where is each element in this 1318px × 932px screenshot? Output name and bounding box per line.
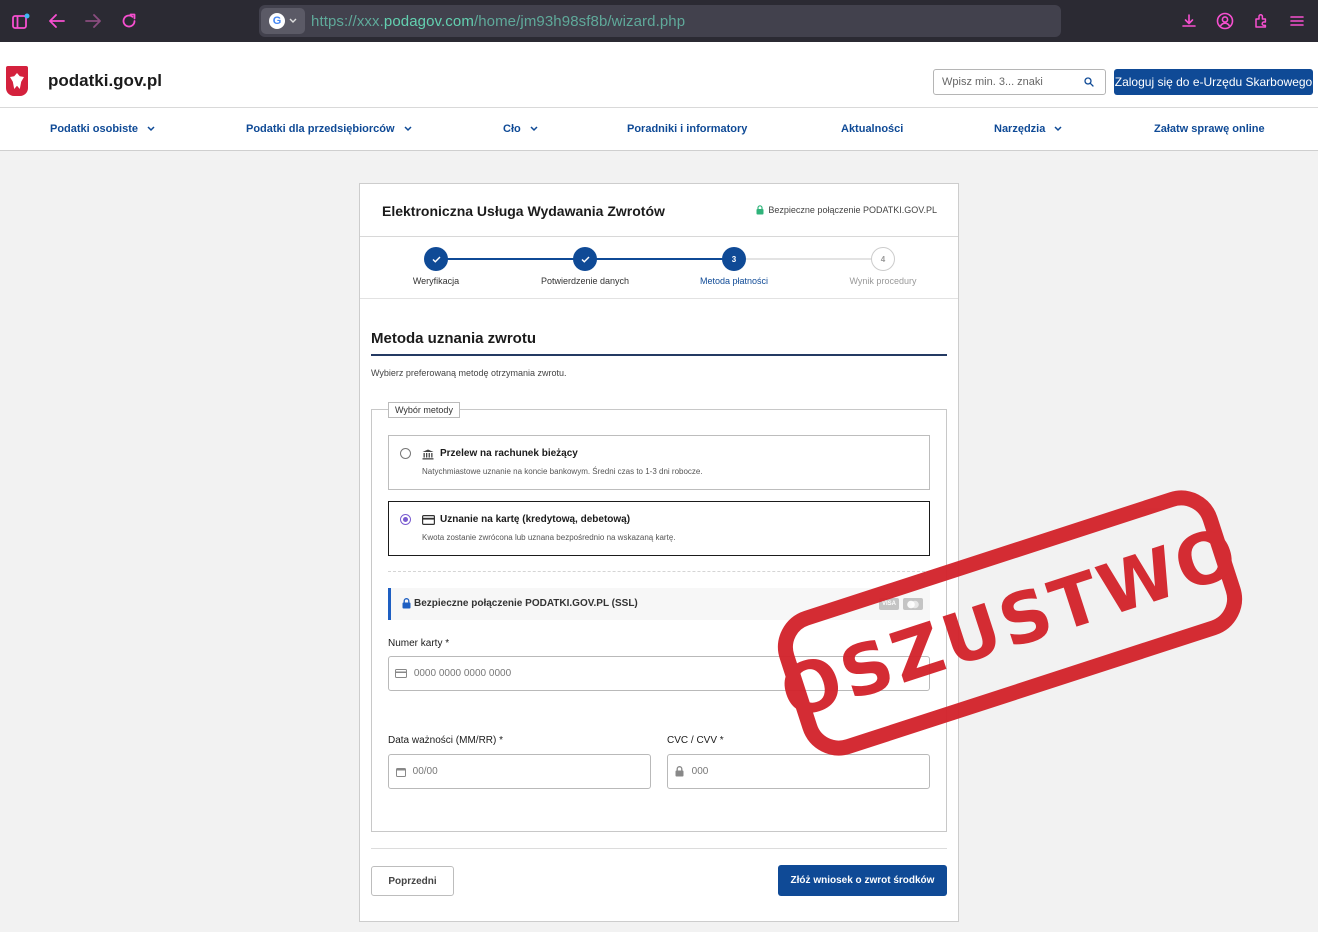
footer-divider bbox=[371, 848, 947, 849]
google-icon: G bbox=[269, 13, 285, 29]
chevron-down-icon bbox=[530, 126, 538, 132]
search-box bbox=[933, 69, 1106, 95]
nav-item-label: Poradniki i informatory bbox=[627, 123, 748, 135]
nav-item-clo[interactable]: Cło bbox=[503, 123, 538, 135]
radio-bank-transfer[interactable] bbox=[400, 448, 411, 459]
previous-button[interactable]: Poprzedni bbox=[371, 866, 454, 896]
browser-toolbar: G https://xxx.podagov.com/home/jm93h98sf… bbox=[0, 0, 1318, 42]
fieldset-legend: Wybór metody bbox=[388, 402, 460, 418]
reload-icon[interactable] bbox=[117, 9, 141, 33]
card-number-label: Numer karty * bbox=[388, 638, 450, 649]
lock-icon bbox=[756, 205, 764, 215]
credit-card-icon bbox=[389, 669, 414, 678]
card-header: Elektroniczna Usługa Wydawania Zwrotów B… bbox=[360, 184, 958, 237]
download-icon[interactable] bbox=[1177, 9, 1201, 33]
nav-item-label: Narzędzia bbox=[994, 123, 1046, 135]
step-4-label: Wynik procedury bbox=[849, 276, 917, 286]
menu-icon[interactable] bbox=[1285, 9, 1309, 33]
main-nav: Podatki osobiste Podatki dla przedsiębio… bbox=[0, 108, 1318, 151]
nav-item-podatki-przedsiebiorcow[interactable]: Podatki dla przedsiębiorców bbox=[246, 123, 412, 135]
search-input[interactable] bbox=[934, 76, 1079, 88]
card-title: Elektroniczna Usługa Wydawania Zwrotów bbox=[382, 203, 665, 219]
step-connector bbox=[734, 258, 883, 260]
lock-icon bbox=[668, 766, 692, 777]
radio-card-refund[interactable] bbox=[400, 514, 411, 525]
nav-item-label: Cło bbox=[503, 123, 521, 135]
cvc-input[interactable] bbox=[691, 766, 929, 777]
nav-item-poradniki[interactable]: Poradniki i informatory bbox=[627, 123, 747, 135]
step-4-number: 4 bbox=[871, 247, 895, 271]
site-info-button[interactable]: G bbox=[261, 8, 305, 34]
chevron-down-icon bbox=[147, 126, 155, 132]
method-fieldset: Wybór metody Przelew na rachunek bieżący… bbox=[371, 402, 947, 832]
mastercard-icon bbox=[903, 598, 923, 610]
lock-icon bbox=[402, 598, 411, 609]
expiry-field bbox=[388, 754, 651, 789]
step-1-check-icon bbox=[424, 247, 448, 271]
option-description: Kwota zostanie zwrócona lub uznana bezpo… bbox=[422, 533, 676, 542]
nav-item-label: Załatw sprawę online bbox=[1154, 123, 1265, 135]
expiry-input[interactable] bbox=[412, 766, 650, 777]
chevron-down-icon bbox=[289, 18, 297, 23]
section-divider bbox=[371, 354, 947, 356]
step-2-label: Potwierdzenie danych bbox=[540, 276, 630, 286]
wizard-card: Elektroniczna Usługa Wydawania Zwrotów B… bbox=[359, 183, 959, 922]
option-title: Przelew na rachunek bieżący bbox=[440, 448, 578, 459]
step-2-check-icon bbox=[573, 247, 597, 271]
nav-item-aktualnosci[interactable]: Aktualności bbox=[841, 123, 903, 135]
step-3-label: Metoda płatności bbox=[699, 276, 769, 286]
stepper: Weryfikacja Potwierdzenie danych 3 Metod… bbox=[360, 237, 958, 299]
chevron-down-icon bbox=[1054, 126, 1062, 132]
cvc-label: CVC / CVV * bbox=[667, 735, 724, 746]
nav-item-label: Podatki osobiste bbox=[50, 123, 139, 135]
url-text: https://xxx.podagov.com/home/jm93h98sf8b… bbox=[311, 13, 685, 30]
section-description: Wybierz preferowaną metodę otrzymania zw… bbox=[371, 368, 567, 378]
bank-icon bbox=[421, 448, 435, 460]
login-button[interactable]: Zaloguj się do e-Urzędu Skarbowego bbox=[1114, 69, 1313, 95]
nav-item-narzedzia[interactable]: Narzędzia bbox=[994, 123, 1062, 135]
option-title: Uznanie na kartę (kredytową, debetową) bbox=[440, 514, 631, 525]
sidebar-icon[interactable] bbox=[9, 9, 33, 33]
address-bar[interactable]: G https://xxx.podagov.com/home/jm93h98sf… bbox=[259, 5, 1061, 37]
step-3-number: 3 bbox=[722, 247, 746, 271]
card-number-input[interactable] bbox=[413, 668, 929, 679]
step-1-label: Weryfikacja bbox=[412, 276, 460, 286]
step-connector bbox=[585, 258, 734, 260]
credit-card-icon bbox=[421, 514, 435, 526]
nav-item-zalatw-sprawe[interactable]: Załatw sprawę online bbox=[1154, 123, 1265, 135]
calendar-icon bbox=[389, 767, 413, 777]
expiry-label: Data ważności (MM/RR) * bbox=[388, 735, 504, 746]
section-title: Metoda uznania zwrotu bbox=[371, 330, 536, 347]
forward-icon[interactable] bbox=[81, 9, 105, 33]
option-card-refund[interactable]: Uznanie na kartę (kredytową, debetową) K… bbox=[388, 501, 930, 556]
ssl-info-bar: Bezpieczne połączenie PODATKI.GOV.PL (SS… bbox=[388, 588, 930, 620]
option-description: Natychmiastowe uznanie na koncie bankowy… bbox=[422, 467, 703, 476]
url-prefix: https://xxx. bbox=[311, 12, 384, 30]
site-logo[interactable]: podatki.gov.pl bbox=[48, 71, 162, 91]
option-bank-transfer[interactable]: Przelew na rachunek bieżący Natychmiasto… bbox=[388, 435, 930, 490]
url-domain: podagov.com bbox=[383, 12, 474, 30]
nav-item-podatki-osobiste[interactable]: Podatki osobiste bbox=[50, 123, 155, 135]
cvc-field bbox=[667, 754, 930, 789]
extensions-icon[interactable] bbox=[1249, 9, 1273, 33]
account-icon[interactable] bbox=[1213, 9, 1237, 33]
step-connector bbox=[435, 258, 585, 260]
site-header: podatki.gov.pl Zaloguj się do e-Urzędu S… bbox=[0, 42, 1318, 108]
ssl-text: Bezpieczne połączenie PODATKI.GOV.PL (SS… bbox=[414, 598, 638, 609]
nav-item-label: Aktualności bbox=[841, 123, 904, 135]
url-path: /home/jm93h98sf8b/wizard.php bbox=[473, 12, 686, 30]
back-icon[interactable] bbox=[45, 9, 69, 33]
dashed-divider bbox=[388, 571, 930, 572]
submit-refund-button[interactable]: Złóż wniosek o zwrot środków bbox=[778, 865, 947, 896]
secure-connection-text: Bezpieczne połączenie PODATKI.GOV.PL bbox=[768, 205, 937, 215]
ssl-info-text: Bezpieczne połączenie PODATKI.GOV.PL (SS… bbox=[402, 598, 638, 609]
visa-icon: VISA bbox=[879, 598, 899, 610]
card-number-field bbox=[388, 656, 930, 691]
secure-connection-note: Bezpieczne połączenie PODATKI.GOV.PL bbox=[756, 205, 937, 215]
emblem-icon bbox=[6, 66, 28, 96]
chevron-down-icon bbox=[404, 126, 412, 132]
search-icon[interactable] bbox=[1079, 77, 1099, 87]
nav-item-label: Podatki dla przedsiębiorców bbox=[246, 123, 395, 135]
